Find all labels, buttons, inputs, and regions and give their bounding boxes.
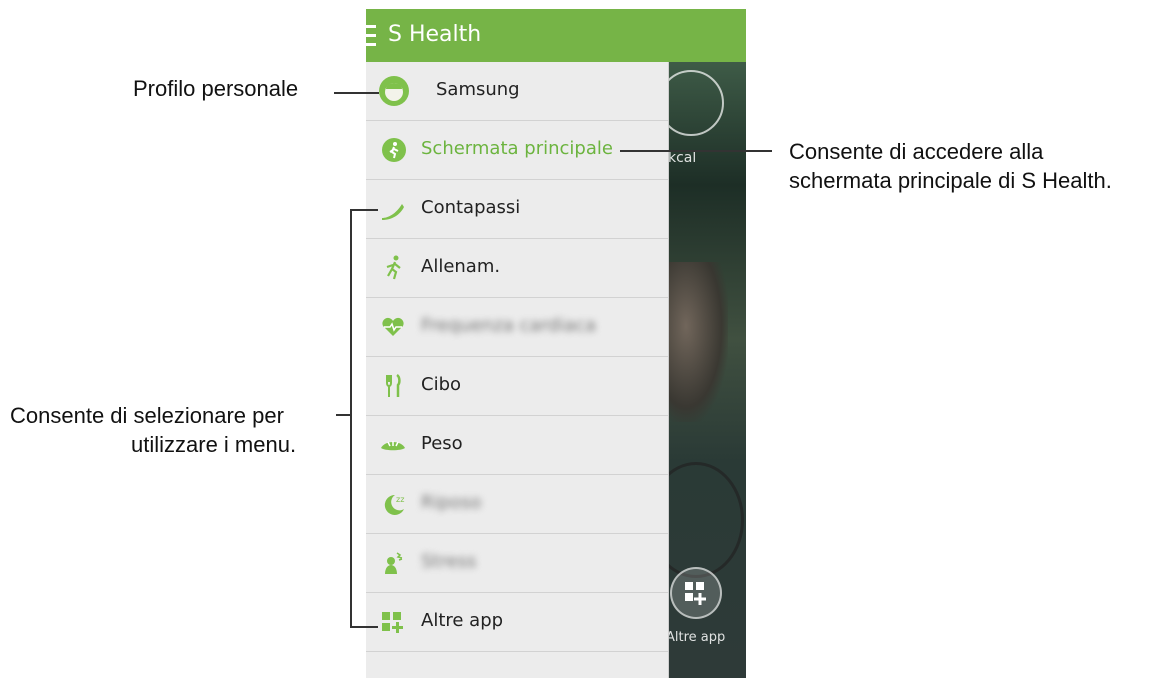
menu-item-label: Allenam. <box>421 256 501 277</box>
menu-item-more-apps[interactable]: Altre app <box>366 593 668 652</box>
callout-menus-bracket-bottom <box>350 626 378 628</box>
menu-item-label: Schermata principale <box>421 138 613 159</box>
menu-item-label: Frequenza cardiaca <box>421 315 597 336</box>
profile-avatar-icon <box>378 75 410 107</box>
stress-icon <box>380 550 406 576</box>
menu-item-label: Samsung <box>436 79 520 100</box>
more-apps-bg-label: Altre app <box>666 630 726 645</box>
svg-text:zz: zz <box>396 495 404 504</box>
background-content: kcal Altre app <box>648 62 746 678</box>
callout-menus-tick <box>336 414 350 416</box>
callout-menus-bracket-top <box>350 209 378 211</box>
menu-item-sleep[interactable]: zz Riposo <box>366 475 668 534</box>
more-apps-circle-icon[interactable] <box>670 567 722 619</box>
menu-item-label: Contapassi <box>421 197 521 218</box>
menu-item-label: Peso <box>421 433 463 454</box>
callout-profile-line <box>334 92 379 94</box>
menu-item-weight[interactable]: Peso <box>366 416 668 475</box>
menu-item-exercise[interactable]: Allenam. <box>366 239 668 298</box>
menu-item-heart-rate[interactable]: Frequenza cardiaca <box>366 298 668 357</box>
home-runner-icon <box>381 137 407 163</box>
menu-item-label: Stress <box>421 551 477 572</box>
menu-item-label: Cibo <box>421 374 462 395</box>
menu-item-label: Riposo <box>421 492 482 513</box>
shoe-icon <box>380 196 406 222</box>
menu-item-stress[interactable]: Stress <box>366 534 668 593</box>
callout-home-line2: schermata principale di S Health. <box>789 168 1112 193</box>
menu-icon[interactable] <box>366 25 376 47</box>
callout-menus-line1: Consente di selezionare per <box>10 403 284 428</box>
menu-item-pedometer[interactable]: Contapassi <box>366 180 668 239</box>
app-bar: S Health <box>366 9 746 62</box>
fork-knife-icon <box>380 373 406 399</box>
callout-home-line1: Consente di accedere alla <box>789 139 1044 164</box>
kcal-label: kcal <box>668 150 697 166</box>
menu-item-label: Altre app <box>421 610 504 631</box>
menu-item-profile[interactable]: Samsung <box>366 62 668 121</box>
heart-rate-icon <box>380 314 406 340</box>
phone-screen: S Health kcal Altre app Samsung Schermat… <box>366 9 746 678</box>
callout-menus-bracket <box>350 209 352 627</box>
sleep-moon-icon: zz <box>380 491 406 517</box>
callout-menus-line2: utilizzare i menu. <box>131 432 297 457</box>
scale-icon <box>380 432 406 458</box>
callout-home-line <box>620 150 772 152</box>
navigation-drawer: Samsung Schermata principale Contapassi … <box>366 62 669 678</box>
callout-profile: Profilo personale <box>133 76 299 101</box>
grid-plus-icon <box>380 609 406 635</box>
cyclist-image <box>668 262 728 422</box>
running-icon <box>380 255 406 281</box>
app-title: S Health <box>388 22 482 47</box>
menu-item-food[interactable]: Cibo <box>366 357 668 416</box>
